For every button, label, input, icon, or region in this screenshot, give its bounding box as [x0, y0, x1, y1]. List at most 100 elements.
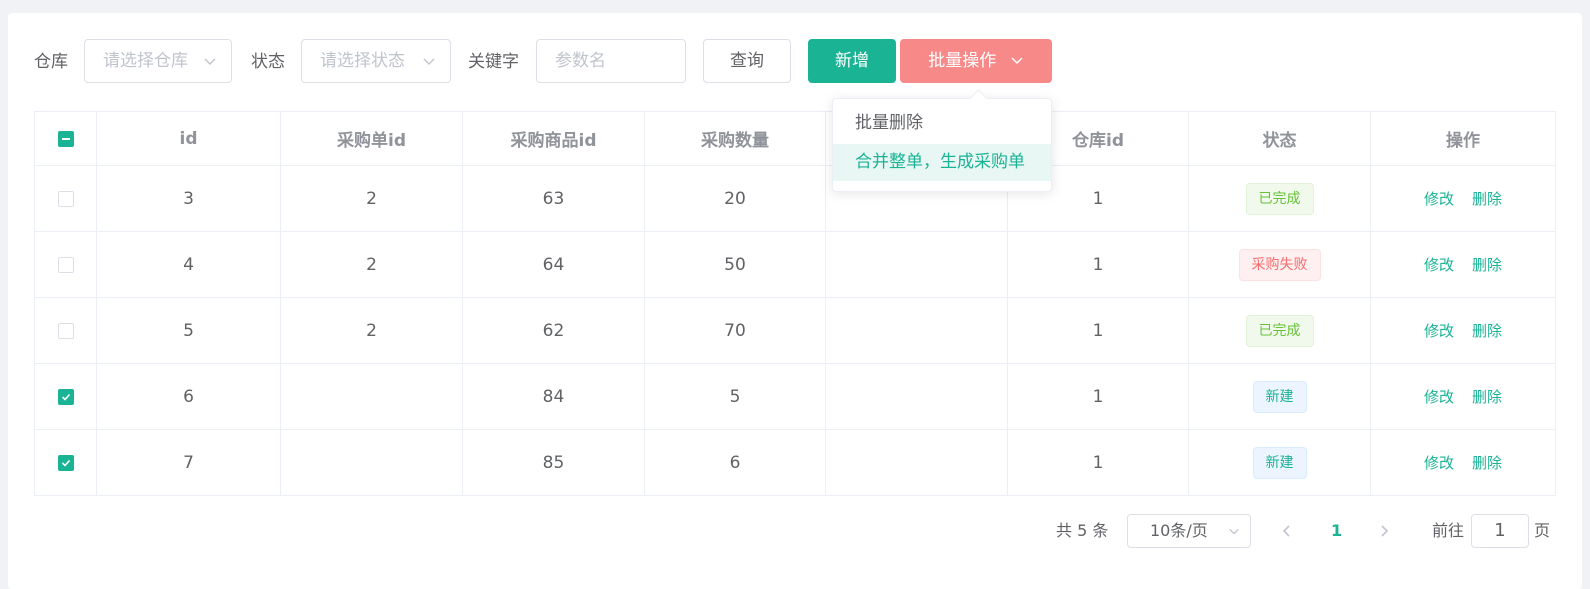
row-checkbox[interactable]	[57, 454, 74, 471]
cell-status: 已完成	[1188, 165, 1371, 232]
delete-link[interactable]: 删除	[1472, 454, 1502, 472]
cell-quantity: 6	[644, 429, 826, 496]
cell-status: 已完成	[1188, 297, 1371, 364]
table-row: 4 2 64 50 1 采购失败 修改 删除	[34, 231, 1556, 298]
cell-purchase-id: 2	[280, 297, 463, 364]
page-size-select[interactable]: 10条/页	[1127, 514, 1251, 548]
status-badge: 已完成	[1245, 314, 1314, 347]
cell-id: 5	[96, 297, 281, 364]
cell-purchase-id: 2	[280, 165, 463, 232]
row-checkbox[interactable]	[57, 256, 74, 273]
cell-ware-id: 1	[1007, 363, 1189, 430]
column-header[interactable]: 采购数量	[644, 111, 826, 166]
table-row: 6 84 5 1 新建 修改 删除	[34, 363, 1556, 430]
status-badge: 新建	[1252, 380, 1307, 413]
page-number-current[interactable]: 1	[1331, 514, 1342, 548]
page-size-value: 10条/页	[1150, 521, 1208, 540]
delete-link[interactable]: 删除	[1472, 388, 1502, 406]
table-header-row: id 采购单id 采购商品id 采购数量 仓库id 状态 操作	[34, 111, 1556, 166]
warehouse-label: 仓库	[34, 52, 68, 72]
edit-link[interactable]: 修改	[1424, 388, 1454, 406]
cell-purchase-id	[280, 429, 463, 496]
table-row: 5 2 62 70 1 已完成 修改 删除	[34, 297, 1556, 364]
cell-sku-id: 63	[462, 165, 645, 232]
check-icon	[61, 459, 70, 467]
cell-purchase-id	[280, 363, 463, 430]
delete-link[interactable]: 删除	[1472, 190, 1502, 208]
cell-sku-id: 84	[462, 363, 645, 430]
cell-id: 7	[96, 429, 281, 496]
cell-quantity: 5	[644, 363, 826, 430]
edit-link[interactable]: 修改	[1424, 256, 1454, 274]
keyword-placeholder: 参数名	[555, 51, 606, 71]
status-select[interactable]: 请选择状态	[301, 39, 451, 83]
keyword-label: 关键字	[468, 52, 519, 72]
query-button[interactable]: 查询	[703, 39, 791, 83]
row-checkbox[interactable]	[57, 322, 74, 339]
cell-quantity: 50	[644, 231, 826, 298]
chevron-down-icon	[204, 58, 216, 65]
keyword-input[interactable]: 参数名	[536, 39, 686, 83]
cell-status: 新建	[1188, 429, 1371, 496]
row-checkbox[interactable]	[57, 388, 74, 405]
check-icon	[61, 393, 70, 401]
cell-sku-id: 64	[462, 231, 645, 298]
warehouse-select[interactable]: 请选择仓库	[84, 39, 232, 83]
cell-status: 采购失败	[1188, 231, 1371, 298]
cell-column-5	[825, 231, 1008, 298]
cell-ware-id: 1	[1007, 297, 1189, 364]
row-checkbox[interactable]	[57, 190, 74, 207]
cell-quantity: 70	[644, 297, 826, 364]
cell-actions: 修改 删除	[1370, 429, 1556, 496]
purchase-detail-table: id 采购单id 采购商品id 采购数量 仓库id 状态 操作 3 2 63 20 1 已…	[34, 111, 1556, 496]
select-all-checkbox[interactable]	[57, 130, 74, 147]
cell-ware-id: 1	[1007, 231, 1189, 298]
cell-ware-id: 1	[1007, 429, 1189, 496]
cell-status: 新建	[1188, 363, 1371, 430]
menu-item-merge-purchase[interactable]: 合并整单，生成采购单	[833, 144, 1051, 181]
column-header[interactable]: id	[96, 111, 281, 166]
table-row: 7 85 6 1 新建 修改 删除	[34, 429, 1556, 496]
row-select-cell	[34, 165, 97, 232]
delete-link[interactable]: 删除	[1472, 256, 1502, 274]
goto-label: 前往	[1432, 521, 1465, 540]
chevron-down-icon	[1229, 528, 1239, 535]
cell-actions: 修改 删除	[1370, 363, 1556, 430]
cell-id: 4	[96, 231, 281, 298]
menu-item-batch-delete[interactable]: 批量删除	[833, 105, 1051, 142]
header-select-all	[34, 111, 97, 166]
chevron-down-icon	[1011, 57, 1023, 65]
next-page-icon[interactable]	[1377, 524, 1391, 538]
page-suffix: 页	[1534, 521, 1551, 540]
chevron-down-icon	[423, 58, 435, 65]
pagination-total: 共 5 条	[1056, 521, 1109, 540]
column-header[interactable]: 采购单id	[280, 111, 463, 166]
edit-link[interactable]: 修改	[1424, 454, 1454, 472]
batch-operation-button[interactable]: 批量操作	[900, 39, 1052, 83]
column-header[interactable]: 状态	[1188, 111, 1371, 166]
column-header: 操作	[1370, 111, 1556, 166]
cell-quantity: 20	[644, 165, 826, 232]
row-select-cell	[34, 429, 97, 496]
add-button[interactable]: 新增	[808, 39, 896, 83]
delete-link[interactable]: 删除	[1472, 322, 1502, 340]
prev-page-icon[interactable]	[1280, 524, 1294, 538]
goto-page-input[interactable]: 1	[1471, 514, 1529, 548]
cell-column-5	[825, 363, 1008, 430]
column-header[interactable]: 采购商品id	[462, 111, 645, 166]
cell-column-5	[825, 429, 1008, 496]
status-badge: 新建	[1252, 446, 1307, 479]
table-row: 3 2 63 20 1 已完成 修改 删除	[34, 165, 1556, 232]
edit-link[interactable]: 修改	[1424, 190, 1454, 208]
cell-actions: 修改 删除	[1370, 297, 1556, 364]
status-badge: 已完成	[1245, 182, 1314, 215]
batch-operation-label: 批量操作	[928, 51, 997, 71]
cell-column-5	[825, 297, 1008, 364]
status-badge: 采购失败	[1238, 248, 1321, 281]
edit-link[interactable]: 修改	[1424, 322, 1454, 340]
row-select-cell	[34, 231, 97, 298]
cell-actions: 修改 删除	[1370, 231, 1556, 298]
status-placeholder: 请选择状态	[320, 51, 405, 71]
row-select-cell	[34, 297, 97, 364]
status-label: 状态	[251, 52, 285, 72]
